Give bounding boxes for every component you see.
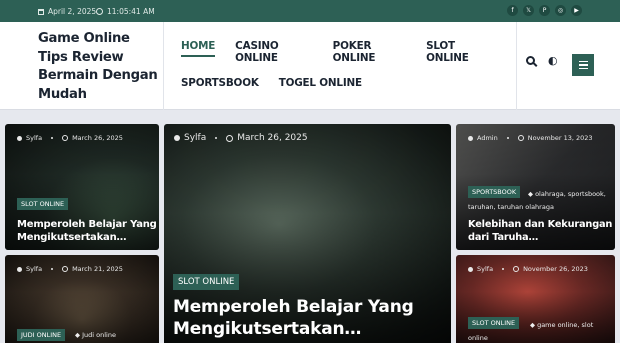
nav-item-slot-online[interactable]: SLOT ONLINE (426, 40, 491, 64)
post-tags: ◆ olahraga, sportsbook, taruhan, taruhan… (468, 190, 606, 211)
main-nav: HOME CASINO ONLINE POKER ONLINE SLOT ONL… (181, 40, 511, 114)
post-author[interactable]: Admin (477, 134, 498, 142)
post-card[interactable]: Sylfa November 26, 2023 SLOT ONLINE ◆ ga… (456, 255, 615, 343)
instagram-icon[interactable]: ◎ (555, 5, 566, 16)
post-title[interactable]: Memperoleh Belajar Yang Mengikutsertakan… (173, 296, 443, 340)
post-date[interactable]: March 26, 2025 (237, 133, 307, 143)
header-divider-right (516, 22, 517, 110)
current-time: 11:05:41 AM (96, 7, 155, 16)
social-links: f 𝕏 P ◎ ▶ (507, 5, 582, 16)
header-divider (163, 22, 164, 110)
nav-item-sportsbook[interactable]: SPORTSBOOK (181, 77, 259, 89)
post-date[interactable]: November 13, 2023 (528, 134, 593, 142)
clock-icon (62, 135, 69, 141)
post-author[interactable]: Sylfa (26, 265, 42, 273)
site-header: Game Online Tips Review Bermain Dengan M… (0, 22, 620, 110)
category-badge[interactable]: SLOT ONLINE (173, 274, 240, 290)
post-meta: Admin November 13, 2023 (468, 134, 593, 142)
post-meta: Sylfa March 21, 2025 (17, 265, 123, 273)
site-title[interactable]: Game Online Tips Review Bermain Dengan M… (38, 30, 160, 104)
nav-item-togel-online[interactable]: TOGEL ONLINE (279, 77, 362, 89)
user-icon (17, 266, 22, 272)
header-tools: ◐ (526, 55, 558, 66)
top-bar: April 2, 2025 11:05:41 AM f 𝕏 P ◎ ▶ (0, 0, 620, 22)
facebook-icon[interactable]: f (507, 5, 518, 16)
youtube-icon[interactable]: ▶ (571, 5, 582, 16)
post-meta: Sylfa March 26, 2025 (174, 133, 308, 143)
post-card[interactable]: Sylfa March 21, 2025 JUDI ONLINE ◆ Judi … (5, 255, 159, 343)
post-title[interactable]: Kelebihan dan Kekurangan dari Taruha… (468, 218, 613, 244)
date-text: April 2, 2025 (48, 7, 97, 16)
pinterest-icon[interactable]: P (539, 5, 550, 16)
post-author[interactable]: Sylfa (26, 134, 42, 142)
post-meta: Sylfa November 26, 2023 (468, 265, 588, 273)
nav-item-casino-online[interactable]: CASINO ONLINE (235, 40, 313, 64)
menu-button[interactable] (572, 54, 594, 76)
user-icon (468, 135, 473, 141)
dark-mode-icon[interactable]: ◐ (548, 55, 558, 66)
nav-item-home[interactable]: HOME (181, 40, 215, 57)
post-meta: Sylfa March 26, 2025 (17, 134, 123, 142)
post-author[interactable]: Sylfa (184, 133, 206, 143)
hamburger-icon (578, 60, 588, 63)
user-icon (468, 266, 473, 272)
x-icon[interactable]: 𝕏 (523, 5, 534, 16)
current-date: April 2, 2025 (38, 7, 96, 16)
clock-icon (96, 8, 103, 15)
post-tags: ◆ Judi online (75, 331, 116, 339)
clock-icon (62, 266, 69, 272)
nav-item-poker-online[interactable]: POKER ONLINE (333, 40, 406, 64)
featured-post-card[interactable]: Sylfa March 26, 2025 SLOT ONLINE Mempero… (164, 124, 451, 343)
category-badge[interactable]: SLOT ONLINE (17, 198, 69, 210)
post-date[interactable]: March 21, 2025 (72, 265, 123, 273)
clock-icon (226, 134, 234, 142)
post-card[interactable]: Admin November 13, 2023 SPORTSBOOK ◆ ola… (456, 124, 615, 250)
post-tags: ◆ game online, slot online (468, 321, 594, 342)
post-title[interactable]: Memperoleh Belajar Yang Mengikutsertakan… (17, 218, 157, 244)
clock-icon (513, 266, 520, 272)
category-badge[interactable]: JUDI ONLINE (17, 329, 66, 341)
post-date[interactable]: November 26, 2023 (523, 265, 588, 273)
post-card[interactable]: Sylfa March 26, 2025 SLOT ONLINE Mempero… (5, 124, 159, 250)
user-icon (17, 135, 22, 141)
post-date[interactable]: March 26, 2025 (72, 134, 123, 142)
time-text: 11:05:41 AM (107, 7, 155, 16)
post-author[interactable]: Sylfa (477, 265, 493, 273)
calendar-icon (38, 8, 44, 15)
clock-icon (517, 135, 524, 141)
user-icon (174, 135, 180, 141)
search-icon[interactable] (526, 56, 535, 65)
